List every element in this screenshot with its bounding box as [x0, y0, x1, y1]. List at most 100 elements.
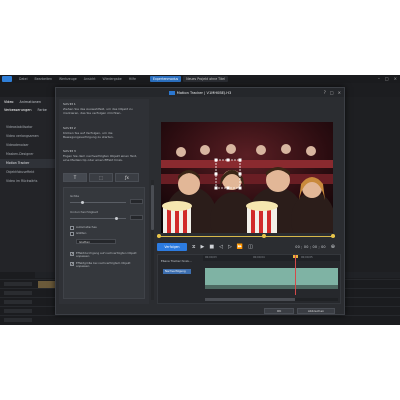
size-slider[interactable]: [70, 201, 126, 204]
tab-animations[interactable]: Animationen: [20, 100, 42, 104]
step-text: Ziehen Sie das Auswahlfeld, um das Objek…: [63, 107, 133, 115]
tracker-ruler[interactable]: 00;00;03 00;00;04 00;00;05: [203, 255, 340, 261]
fast-forward-icon[interactable]: ⏩: [237, 244, 243, 250]
tool-slow-motion[interactable]: Video verlangsamen: [0, 132, 55, 141]
checkbox[interactable]: [70, 226, 74, 230]
opacity-slider[interactable]: [70, 217, 126, 220]
tool-reverse-video[interactable]: Video im Rückwärts: [0, 177, 55, 186]
ok-button[interactable]: OK: [264, 308, 294, 314]
scrollbar-thumb[interactable]: [205, 298, 295, 301]
cancel-button[interactable]: Abbrechen: [297, 308, 335, 314]
opacity-slider-knob[interactable]: [114, 217, 118, 220]
video-clip[interactable]: [38, 281, 55, 288]
tool-video-denoiser[interactable]: Videodenoiser: [0, 141, 55, 150]
opacity-input[interactable]: [130, 215, 143, 220]
step-text: Klicken Sie auf Verfolgen, um die Bewegu…: [63, 131, 114, 139]
step-title: Schritt 1: [63, 102, 76, 106]
tool-object-focus[interactable]: Objektfokuseffekt: [0, 168, 55, 177]
zoom-icon[interactable]: ⊕: [331, 244, 335, 250]
ruler-mark: 00;00;05: [301, 256, 313, 259]
step-text: Fügen Sie dem nachverfolgten Objekt eine…: [63, 154, 137, 162]
minimize-icon[interactable]: –: [378, 76, 380, 81]
prev-frame-icon[interactable]: ◁: [219, 244, 223, 250]
menu-edit[interactable]: Bearbeiten: [35, 77, 53, 81]
opacity-label: Undurchsichtigkeit: [70, 210, 98, 214]
close-icon[interactable]: ×: [394, 76, 397, 81]
ruler-mark: 00;00;04: [253, 256, 265, 259]
maximize-icon[interactable]: □: [330, 90, 334, 95]
step-title: Schritt 2: [63, 126, 76, 130]
tracked-object-range: [205, 285, 338, 289]
checkbox[interactable]: [70, 232, 74, 236]
tool-mask-designer[interactable]: Masken-Designer: [0, 150, 55, 159]
video-preview[interactable]: [161, 122, 333, 233]
track-button[interactable]: Verfolgen: [157, 243, 187, 251]
blur-label: Glätten: [76, 231, 87, 235]
cinema-audience-image: [161, 122, 333, 233]
menu-view[interactable]: Ansicht: [84, 77, 96, 81]
range-start-handle[interactable]: [157, 234, 161, 238]
timecode: 00 ; 00 ; 00 ; 00: [295, 245, 326, 249]
expert-mode-tab[interactable]: Expertenmodus: [150, 76, 182, 82]
tools-panel: Video Animationen Verbesserungen Farbe V…: [0, 97, 55, 272]
seek-line: [157, 235, 335, 237]
help-icon[interactable]: ?: [324, 90, 326, 95]
tab-color[interactable]: Farbe: [37, 108, 46, 112]
ruler-mark: 00;00;03: [205, 256, 217, 259]
adjust-size-label: Effektgröße bei nachverfolgtem Objekt an…: [76, 261, 131, 269]
preview-area-bg: [345, 97, 400, 272]
add-media-button[interactable]: ⬚: [89, 173, 113, 182]
blend-select[interactable]: Glatten: [76, 239, 116, 244]
app-logo-icon: [2, 76, 12, 82]
playhead-handle[interactable]: [262, 234, 267, 238]
snapshot-icon[interactable]: ◫: [248, 244, 253, 250]
menu-file[interactable]: Datei: [19, 77, 28, 81]
project-title: Neues Projekt ohne Titel: [183, 76, 228, 82]
add-text-button[interactable]: T: [63, 173, 87, 182]
size-slider-knob[interactable]: [81, 201, 85, 204]
step-title: Schritt 3: [63, 149, 76, 153]
menu-help[interactable]: Hilfe: [129, 77, 136, 81]
range-end-handle[interactable]: [331, 234, 335, 238]
motion-tracker-dialog: Motion Tracker | V1MH0BEJ.H3 ? □ × Schri…: [55, 87, 345, 315]
tracked-object-bar[interactable]: [205, 268, 338, 285]
vertical-scrollbar[interactable]: [151, 180, 154, 300]
seek-bar[interactable]: [157, 234, 335, 238]
stop-icon[interactable]: ■: [209, 244, 214, 250]
tool-video-stabilizer[interactable]: Videostabilisator: [0, 123, 55, 132]
maximize-icon[interactable]: □: [385, 76, 389, 81]
menu-tools[interactable]: Werkzeuge: [59, 77, 77, 81]
auto-fade-option[interactable]: Automatisches: [70, 225, 144, 230]
play-icon[interactable]: ▶: [201, 244, 205, 250]
scrollbar-thumb[interactable]: [151, 185, 154, 230]
track-header: [4, 309, 32, 313]
tracked-object-item[interactable]: Nachverfolgung: [163, 269, 191, 274]
menu-playback[interactable]: Wiedergabe: [103, 77, 122, 81]
checked-checkbox[interactable]: ✓: [70, 262, 74, 266]
adjust-size-option[interactable]: ✓ Effektgröße bei nachverfolgtem Objekt …: [70, 261, 144, 269]
auto-fade-label: Automatisches: [76, 225, 97, 229]
menu-bar: Datei Bearbeiten Werkzeuge Ansicht Wiede…: [0, 75, 400, 83]
adjust-effect-option[interactable]: ✓ Effektdurchgang auf nachverfolgten Obj…: [70, 251, 144, 259]
dialog-title-bar: Motion Tracker | V1MH0BEJ.H3: [56, 88, 344, 97]
close-icon[interactable]: ×: [338, 90, 341, 95]
tracker-header[interactable]: Ebene Tracker hinzu...: [161, 259, 192, 263]
track-header: [4, 318, 32, 322]
blur-option[interactable]: Glätten: [70, 231, 144, 236]
tracker-timeline: 00;00;03 00;00;04 00;00;05 Ebene Tracker…: [157, 254, 341, 304]
track-header: [4, 291, 32, 295]
size-input[interactable]: [130, 199, 143, 204]
track-header: [4, 300, 32, 304]
properties-box: Größe Undurchsichtigkeit Automatisches G…: [63, 187, 145, 299]
track-options-icon[interactable]: ⧖: [192, 244, 196, 250]
tool-motion-tracker[interactable]: Motion Tracker: [0, 159, 55, 168]
step-1: Schritt 1 Ziehen Sie das Auswahlfeld, um…: [63, 102, 143, 115]
horizontal-scrollbar[interactable]: [205, 298, 338, 301]
playback-controls: Verfolgen ⧖ ▶ ■ ◁ ▷ ⏩ ◫ 00 ; 00 ; 00 ; 0…: [157, 242, 335, 252]
add-effect-button[interactable]: ƒx: [115, 173, 139, 182]
next-frame-icon[interactable]: ▷: [228, 244, 232, 250]
tab-enhancements[interactable]: Verbesserungen: [4, 108, 31, 112]
checked-checkbox[interactable]: ✓: [70, 252, 74, 256]
tab-video[interactable]: Video: [4, 100, 14, 104]
playhead-line: [295, 255, 296, 295]
